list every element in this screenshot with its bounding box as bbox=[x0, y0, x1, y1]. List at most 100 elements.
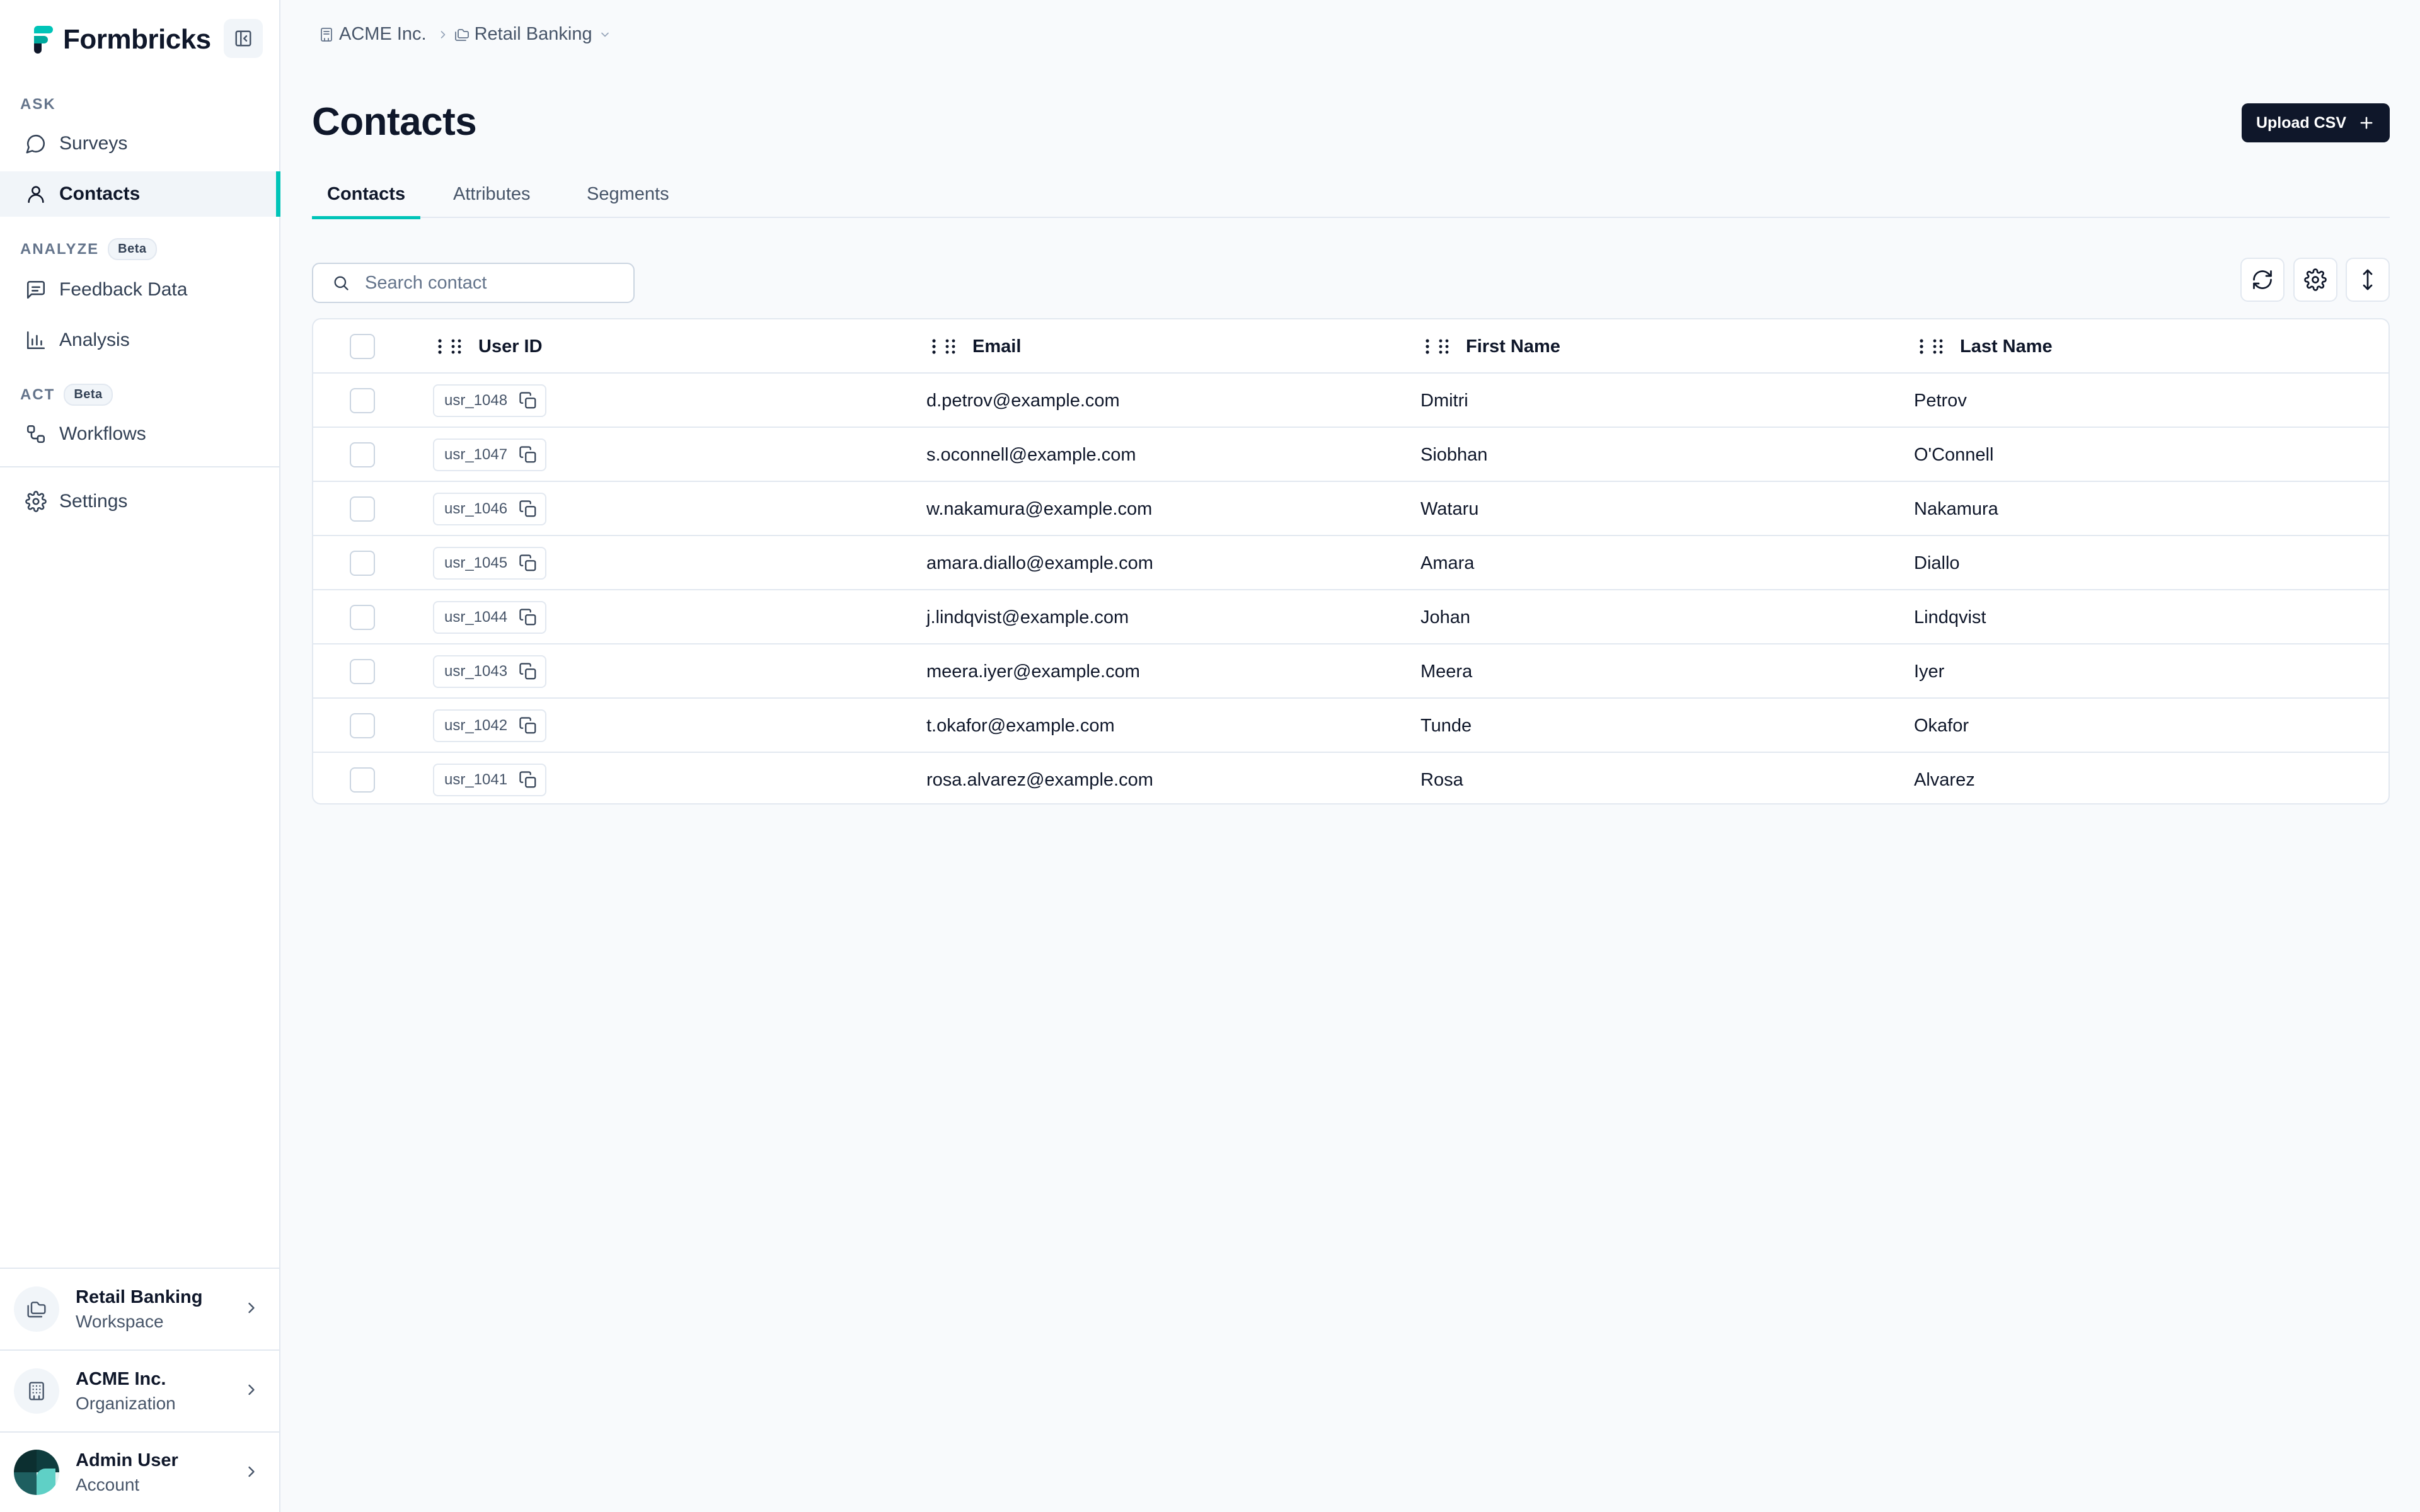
tab-contacts[interactable]: Contacts bbox=[311, 170, 421, 219]
row-checkbox[interactable] bbox=[350, 388, 375, 413]
column-header-first-name[interactable]: First Name bbox=[1424, 319, 1560, 374]
first-name-cell: Wataru bbox=[1420, 498, 1479, 519]
copy-icon[interactable] bbox=[519, 391, 538, 410]
breadcrumb-workspace[interactable]: Retail Banking bbox=[454, 24, 616, 45]
user-id: usr_1048 bbox=[444, 392, 508, 409]
more-vertical-icon[interactable] bbox=[931, 338, 937, 355]
beta-badge: Beta bbox=[108, 238, 157, 260]
user-id: usr_1046 bbox=[444, 500, 508, 517]
table-settings-button[interactable] bbox=[2293, 258, 2337, 302]
copy-icon[interactable] bbox=[519, 554, 538, 573]
user-id-chip[interactable]: usr_1043 bbox=[433, 655, 547, 688]
sidebar-divider bbox=[0, 466, 280, 467]
section-label-ask: ASK bbox=[20, 96, 56, 113]
first-name-cell: Amara bbox=[1420, 553, 1475, 573]
table-row[interactable]: usr_1048 d.petrov@example.com Dmitri Petrov bbox=[313, 374, 2388, 428]
tab-segments[interactable]: Segments bbox=[587, 170, 669, 218]
grip-vertical-icon[interactable] bbox=[1438, 338, 1449, 355]
message-circle-icon bbox=[26, 134, 45, 154]
brand-name: Formbricks bbox=[63, 24, 211, 55]
workspace-switcher[interactable]: Retail Banking Workspace bbox=[0, 1268, 280, 1349]
formbricks-logo-icon bbox=[32, 26, 53, 54]
tab-attributes[interactable]: Attributes bbox=[453, 170, 531, 218]
email-cell: meera.iyer@example.com bbox=[926, 661, 1140, 682]
user-id-chip[interactable]: usr_1045 bbox=[433, 547, 547, 580]
gear-icon bbox=[2304, 268, 2327, 291]
organization-type: Organization bbox=[76, 1393, 176, 1413]
sidebar-item-contacts[interactable]: Contacts bbox=[0, 171, 280, 217]
sidebar-item-label: Settings bbox=[59, 491, 128, 512]
table-row[interactable]: usr_1044 j.lindqvist@example.com Johan Lind… bbox=[313, 590, 2388, 644]
sidebar-item-workflows[interactable]: Workflows bbox=[0, 411, 280, 457]
sidebar-item-label: Feedback Data bbox=[59, 279, 188, 300]
user-icon bbox=[28, 186, 44, 203]
search-input[interactable] bbox=[365, 272, 630, 294]
column-header-user-id[interactable]: User ID bbox=[437, 319, 543, 374]
last-name-cell: Lindqvist bbox=[1914, 607, 1986, 627]
row-checkbox[interactable] bbox=[350, 659, 375, 684]
user-id: usr_1045 bbox=[444, 554, 508, 571]
sidebar-item-feedback-data[interactable]: Feedback Data bbox=[0, 267, 280, 312]
sidebar-collapse-button[interactable] bbox=[224, 19, 263, 58]
more-vertical-icon[interactable] bbox=[1424, 338, 1431, 355]
grip-vertical-icon[interactable] bbox=[945, 338, 956, 355]
row-checkbox[interactable] bbox=[350, 442, 375, 467]
last-name-cell: Nakamura bbox=[1914, 498, 1998, 519]
brand-logo[interactable]: Formbricks bbox=[32, 24, 211, 55]
sidebar-item-label: Analysis bbox=[59, 329, 130, 350]
message-square-text-icon bbox=[26, 280, 45, 299]
sidebar-item-settings[interactable]: Settings bbox=[0, 479, 280, 524]
organization-switcher[interactable]: ACME Inc. Organization bbox=[0, 1349, 280, 1431]
copy-icon[interactable] bbox=[519, 500, 538, 518]
bar-chart-icon bbox=[26, 331, 45, 350]
table-row[interactable]: usr_1046 w.nakamura@example.com Wataru Naka… bbox=[313, 482, 2388, 536]
more-vertical-icon[interactable] bbox=[1918, 338, 1925, 355]
last-name-cell: Iyer bbox=[1914, 661, 1945, 682]
user-id-chip[interactable]: usr_1048 bbox=[433, 384, 547, 417]
user-id: usr_1042 bbox=[444, 717, 508, 734]
plus-icon bbox=[2360, 117, 2373, 129]
expand-vertical-icon bbox=[2363, 269, 2373, 290]
refresh-button[interactable] bbox=[2240, 258, 2285, 302]
account-name: Admin User bbox=[76, 1450, 178, 1470]
grip-vertical-icon[interactable] bbox=[1932, 338, 1944, 355]
row-checkbox[interactable] bbox=[350, 551, 375, 576]
user-id-chip[interactable]: usr_1046 bbox=[433, 493, 547, 525]
grip-vertical-icon[interactable] bbox=[451, 338, 462, 355]
table-row[interactable]: usr_1045 amara.diallo@example.com Amara Dia… bbox=[313, 536, 2388, 590]
user-id-chip[interactable]: usr_1041 bbox=[433, 764, 547, 796]
copy-icon[interactable] bbox=[519, 662, 538, 681]
sidebar-item-analysis[interactable]: Analysis bbox=[0, 318, 280, 363]
row-checkbox[interactable] bbox=[350, 605, 375, 630]
table-row[interactable]: usr_1043 meera.iyer@example.com Meera Iyer bbox=[313, 644, 2388, 699]
copy-icon[interactable] bbox=[519, 608, 538, 627]
more-vertical-icon[interactable] bbox=[437, 338, 443, 355]
user-id-chip[interactable]: usr_1047 bbox=[433, 438, 547, 471]
user-id: usr_1047 bbox=[444, 446, 508, 463]
column-header-last-name[interactable]: Last Name bbox=[1918, 319, 2053, 374]
upload-csv-button[interactable]: Upload CSV bbox=[2242, 103, 2390, 142]
chevron-right-icon bbox=[441, 30, 445, 38]
table-row[interactable]: usr_1047 s.oconnell@example.com Siobhan O'C… bbox=[313, 428, 2388, 482]
upload-csv-label: Upload CSV bbox=[2256, 113, 2347, 132]
row-checkbox[interactable] bbox=[350, 713, 375, 738]
row-checkbox[interactable] bbox=[350, 496, 375, 522]
copy-icon[interactable] bbox=[519, 716, 538, 735]
account-menu[interactable]: Admin User Account bbox=[0, 1431, 280, 1512]
user-id-chip[interactable]: usr_1044 bbox=[433, 601, 547, 634]
beta-badge: Beta bbox=[64, 384, 113, 406]
user-id: usr_1044 bbox=[444, 609, 508, 626]
row-checkbox[interactable] bbox=[350, 767, 375, 793]
table-row[interactable]: usr_1041 rosa.alvarez@example.com Rosa Alva… bbox=[313, 753, 2388, 803]
app-root: Formbricks ASK Surveys Contacts ANALYZE … bbox=[0, 0, 2420, 1512]
row-density-button[interactable] bbox=[2346, 258, 2390, 302]
copy-icon[interactable] bbox=[519, 770, 538, 789]
breadcrumb-org[interactable]: ACME Inc. bbox=[319, 24, 427, 45]
table-row[interactable]: usr_1042 t.okafor@example.com Tunde Okafor bbox=[313, 699, 2388, 753]
select-all-checkbox[interactable] bbox=[350, 334, 375, 359]
column-header-email[interactable]: Email bbox=[931, 319, 1021, 374]
copy-icon[interactable] bbox=[519, 445, 538, 464]
user-id-chip[interactable]: usr_1042 bbox=[433, 709, 547, 742]
first-name-cell: Rosa bbox=[1420, 769, 1463, 790]
sidebar-item-surveys[interactable]: Surveys bbox=[0, 121, 280, 166]
